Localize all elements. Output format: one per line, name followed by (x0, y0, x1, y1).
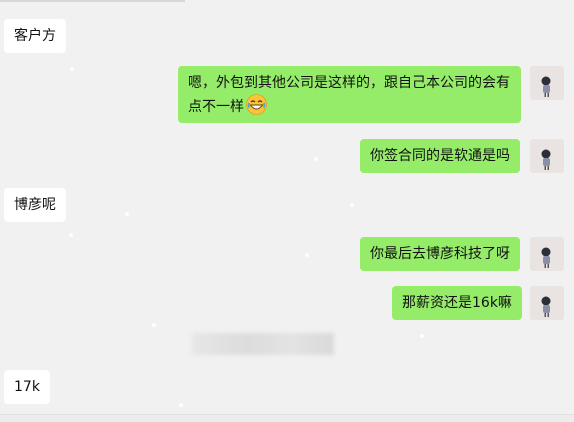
previous-message-edge (0, 0, 185, 2)
message-bubble[interactable]: 17k (4, 370, 50, 404)
message-text: 嗯，外包到其他公司是这样的，跟自己本公司的会有点不一样 (188, 75, 510, 115)
message-bubble[interactable]: 嗯，外包到其他公司是这样的，跟自己本公司的会有点不一样 (178, 66, 521, 123)
snow-particle (420, 334, 424, 338)
avatar[interactable] (530, 66, 564, 100)
snow-particle (179, 403, 183, 407)
message-bubble[interactable]: 那薪资还是16k嘛 (392, 286, 522, 320)
message-bubble[interactable]: 客户方 (4, 19, 66, 53)
avatar[interactable] (530, 286, 564, 320)
redacted-system-message (192, 333, 334, 355)
snow-particle (350, 203, 354, 207)
snow-particle (70, 67, 74, 71)
message-bubble[interactable]: 你最后去博彦科技了呀 (360, 237, 520, 271)
message-bubble[interactable]: 博彦呢 (4, 188, 66, 222)
avatar[interactable] (530, 139, 564, 173)
snow-particle (125, 212, 129, 216)
snow-particle (152, 323, 156, 327)
message-text: 你最后去博彦科技了呀 (370, 246, 510, 262)
message-bubble[interactable]: 你签合同的是软通是吗 (360, 139, 520, 173)
laughing-face-icon (246, 94, 267, 122)
message-text: 博彦呢 (14, 197, 56, 213)
message-text: 你签合同的是软通是吗 (370, 148, 510, 164)
message-text: 那薪资还是16k嘛 (402, 295, 512, 311)
snow-particle (69, 233, 73, 237)
snow-particle (314, 157, 318, 161)
message-text: 17k (14, 379, 40, 395)
message-text: 客户方 (14, 28, 56, 44)
chat-area: 客户方 嗯，外包到其他公司是这样的，跟自己本公司的会有点不一样 你签合同的是软通… (0, 0, 574, 422)
avatar[interactable] (530, 237, 564, 271)
snow-particle (305, 253, 309, 257)
